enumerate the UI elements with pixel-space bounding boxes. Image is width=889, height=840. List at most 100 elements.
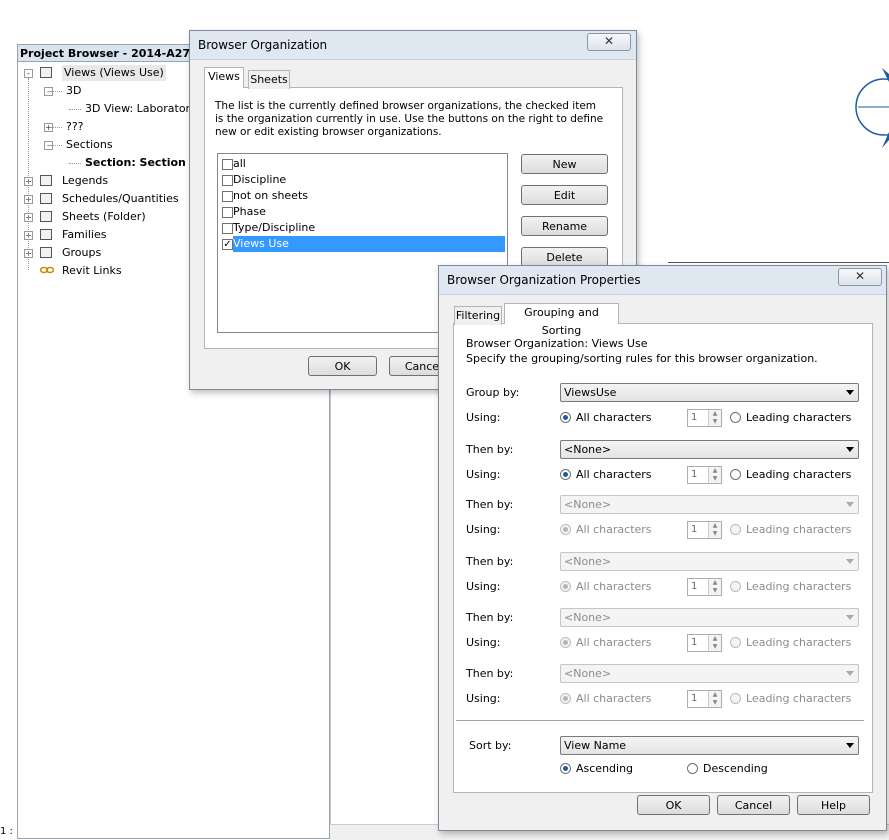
cancel-button[interactable]: Cancel (717, 795, 790, 815)
leading-characters-radio[interactable] (730, 412, 741, 423)
org-list-item[interactable]: Phase (233, 204, 266, 220)
all-characters-radio (560, 581, 571, 592)
spin-up-icon[interactable]: ▲ (708, 635, 721, 643)
leading-count-spinner[interactable]: 1 ▲ ▼ (687, 409, 722, 427)
then-by-label: Then by: (466, 443, 514, 456)
delete-button[interactable]: Delete (521, 247, 608, 267)
section-head-symbol[interactable] (846, 60, 889, 160)
group-by-label: Group by: (466, 386, 520, 399)
tree-item-label[interactable]: Revit Links (62, 263, 122, 279)
spin-up-icon[interactable]: ▲ (708, 691, 721, 699)
dropdown-value: <None> (564, 443, 612, 456)
spin-down-icon[interactable]: ▼ (708, 643, 721, 651)
descending-radio[interactable] (687, 763, 698, 774)
org-list-item[interactable]: all (233, 156, 246, 172)
tab-sheets[interactable]: Sheets (248, 70, 290, 89)
org-checkbox[interactable] (222, 175, 233, 186)
sort-by-dropdown[interactable]: View Name (560, 736, 859, 755)
spin-down-icon[interactable]: ▼ (708, 475, 721, 483)
spinner-value: 1 (691, 469, 698, 480)
scale-indicator[interactable]: 1 : (0, 824, 17, 839)
help-button[interactable]: Help (797, 795, 870, 815)
spinner-value: 1 (691, 693, 698, 704)
spin-up-icon[interactable]: ▲ (708, 467, 721, 475)
tree-item-label[interactable]: Section: Section 1 (85, 155, 197, 171)
chevron-down-icon (846, 390, 854, 395)
dropdown-value: <None> (564, 498, 612, 511)
leading-characters-label: Leading characters (746, 411, 852, 424)
leading-characters-radio[interactable] (730, 469, 741, 480)
tree-item-label[interactable]: 3D View: Laboratory (85, 101, 197, 117)
spin-up-icon[interactable]: ▲ (708, 522, 721, 530)
then-by-dropdown[interactable]: <None> (560, 440, 859, 459)
using-label: Using: (466, 580, 501, 593)
then-by-label: Then by: (466, 555, 514, 568)
spinner-value: 1 (691, 412, 698, 423)
spinner-value: 1 (691, 637, 698, 648)
spin-down-icon[interactable]: ▼ (708, 699, 721, 707)
rename-button[interactable]: Rename (521, 216, 608, 236)
chevron-down-icon (846, 615, 854, 620)
edit-button[interactable]: Edit (521, 185, 608, 205)
all-characters-radio (560, 524, 571, 535)
close-button[interactable]: ✕ (838, 268, 882, 286)
org-checkbox[interactable] (222, 207, 233, 218)
then-by-label: Then by: (466, 611, 514, 624)
collapse-icon[interactable]: - (24, 69, 33, 78)
ascending-radio[interactable] (560, 763, 571, 774)
spin-down-icon[interactable]: ▼ (708, 530, 721, 538)
spin-up-icon[interactable]: ▲ (708, 410, 721, 418)
org-checkbox[interactable] (222, 159, 233, 170)
ascending-label: Ascending (576, 762, 634, 775)
all-characters-radio[interactable] (560, 469, 571, 480)
all-characters-label: All characters (576, 411, 652, 424)
spin-down-icon[interactable]: ▼ (708, 418, 721, 426)
tree-item-label[interactable]: Legends (62, 173, 108, 189)
leading-characters-label: Leading characters (746, 523, 852, 536)
tab-grouping-and-sorting[interactable]: Grouping and Sorting (504, 303, 619, 337)
all-characters-label: All characters (576, 692, 652, 705)
instructions-text: Specify the grouping/sorting rules for t… (466, 352, 818, 365)
using-label: Using: (466, 523, 501, 536)
then-by-label: Then by: (466, 667, 514, 680)
all-characters-radio (560, 693, 571, 704)
tree-item-label[interactable]: 3D (66, 83, 81, 99)
tree-item-label[interactable]: Views (Views Use) (62, 65, 166, 81)
org-list-item[interactable]: Type/Discipline (233, 220, 315, 236)
new-button[interactable]: New (521, 154, 608, 174)
tree-item-label[interactable]: Sheets (Folder) (62, 209, 146, 225)
leading-characters-label: Leading characters (746, 580, 852, 593)
all-characters-radio[interactable] (560, 412, 571, 423)
group-by-dropdown[interactable]: ViewsUse (560, 383, 859, 402)
tab-views[interactable]: Views (204, 67, 244, 88)
tree-item-label[interactable]: Groups (62, 245, 101, 261)
spin-up-icon[interactable]: ▲ (708, 579, 721, 587)
org-list-item[interactable]: Discipline (233, 172, 286, 188)
tree-item-label[interactable]: Schedules/Quantities (62, 191, 179, 207)
spin-down-icon[interactable]: ▼ (708, 587, 721, 595)
leading-characters-radio (730, 693, 741, 704)
chevron-down-icon (846, 502, 854, 507)
org-checkbox[interactable] (222, 223, 233, 234)
org-checkbox[interactable] (222, 191, 233, 202)
tree-item-label[interactable]: Families (62, 227, 106, 243)
tab-filtering[interactable]: Filtering (454, 306, 502, 325)
ok-button[interactable]: OK (308, 356, 377, 376)
groups-icon (40, 247, 52, 258)
revit-links-icon (39, 265, 55, 276)
tree-item-label[interactable]: ??? (66, 119, 84, 135)
close-button[interactable]: ✕ (587, 33, 631, 51)
description-text: The list is the currently defined browse… (215, 100, 604, 138)
tree-item-label[interactable]: Sections (66, 137, 113, 153)
org-checkbox[interactable]: ✓ (222, 239, 233, 250)
browser-organization-properties-dialog: Browser Organization Properties ✕ Filter… (438, 265, 887, 831)
then-by-dropdown: <None> (560, 552, 859, 571)
leading-count-spinner[interactable]: 1 ▲ ▼ (687, 466, 722, 484)
leading-characters-radio (730, 524, 741, 535)
org-list-item[interactable]: not on sheets (233, 188, 308, 204)
ok-button[interactable]: OK (637, 795, 710, 815)
all-characters-label: All characters (576, 523, 652, 536)
org-list-item[interactable]: Views Use (233, 236, 505, 252)
spinner-value: 1 (691, 524, 698, 535)
using-label: Using: (466, 636, 501, 649)
